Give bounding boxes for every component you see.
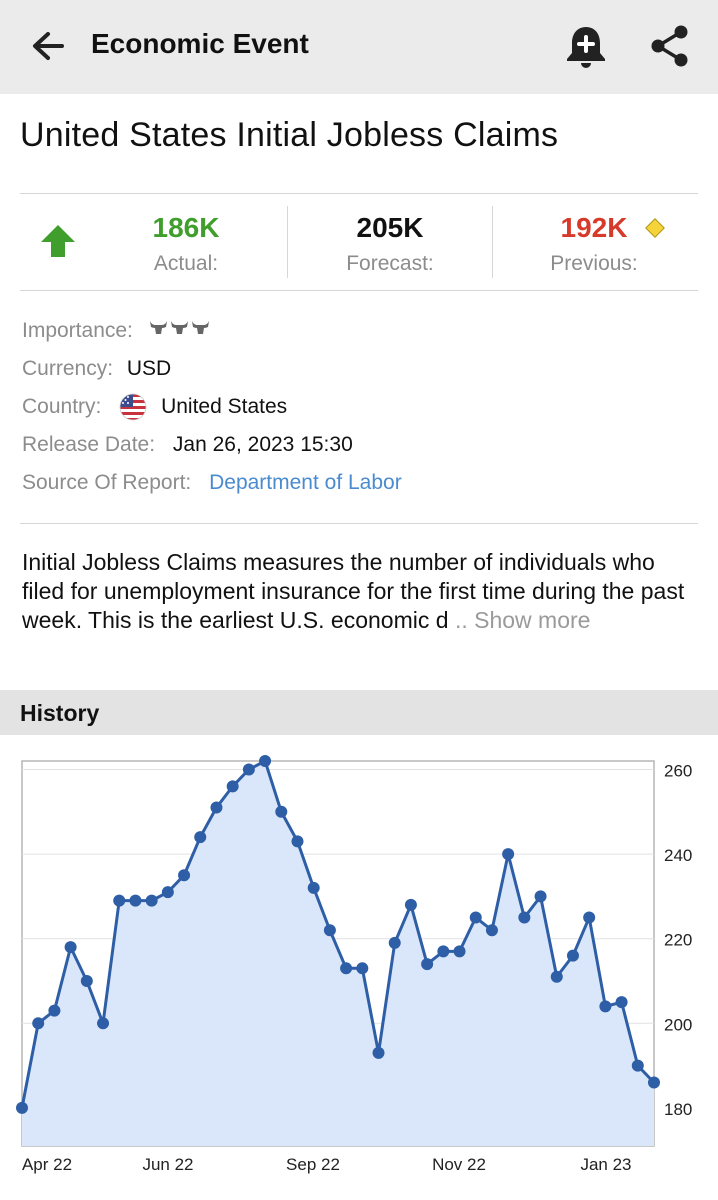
- currency-label: Currency:: [22, 357, 114, 380]
- currency-row: Currency: USD: [22, 355, 171, 383]
- forecast-value: 205K: [356, 212, 424, 243]
- data-point: [453, 945, 466, 958]
- stat-separator: [492, 206, 493, 278]
- share-icon: [651, 25, 688, 67]
- data-point: [226, 780, 239, 793]
- data-point: [340, 962, 353, 975]
- bull-icon: [149, 321, 167, 335]
- data-point: [566, 949, 579, 962]
- data-point: [259, 755, 272, 767]
- source-link[interactable]: Department of Labor: [209, 471, 402, 494]
- y-tick-label: 180: [664, 1100, 692, 1119]
- previous-stat: 192K Previous:: [508, 194, 680, 290]
- event-values-panel: 186K Actual: 205K Forecast: 192K Previou…: [20, 194, 698, 290]
- y-tick-label: 260: [664, 761, 692, 780]
- arrow-left-icon: [33, 32, 64, 60]
- event-title: United States Initial Jobless Claims: [20, 116, 559, 154]
- y-tick-label: 200: [664, 1015, 692, 1034]
- bell-plus-icon: [567, 27, 605, 68]
- data-point: [356, 962, 369, 975]
- forecast-label: Forecast:: [346, 252, 434, 275]
- importance-row: Importance:: [22, 317, 211, 345]
- source-label: Source Of Report:: [22, 471, 192, 494]
- bull-icon: [170, 321, 188, 335]
- currency-value: USD: [126, 357, 172, 380]
- x-tick-label: Jun 22: [142, 1155, 193, 1174]
- event-description: Initial Jobless Claims measures the numb…: [22, 548, 702, 635]
- x-tick-label: Apr 22: [22, 1155, 72, 1174]
- history-section-header: History: [0, 690, 718, 735]
- data-point: [80, 975, 93, 987]
- us-flag-icon: [119, 393, 147, 421]
- country-value: United States: [161, 395, 288, 418]
- data-point: [323, 924, 336, 937]
- divider: [20, 290, 698, 291]
- country-row: Country: United States: [22, 393, 287, 421]
- data-point: [113, 894, 126, 907]
- data-point: [32, 1017, 45, 1030]
- x-tick-label: Nov 22: [432, 1155, 486, 1174]
- release-date-row: Release Date: Jan 26, 2023 15:30: [22, 431, 353, 459]
- x-tick-label: Sep 22: [286, 1155, 340, 1174]
- data-point: [631, 1059, 644, 1072]
- importance-label: Importance:: [22, 319, 133, 342]
- data-point: [64, 941, 77, 954]
- data-point: [550, 970, 563, 983]
- data-point: [404, 898, 417, 911]
- arrow-up-icon: [41, 225, 75, 257]
- top-app-bar: Economic Event: [0, 0, 718, 94]
- data-point: [161, 886, 174, 899]
- y-tick-label: 220: [664, 931, 692, 950]
- data-point: [421, 958, 434, 971]
- data-point: [275, 805, 288, 818]
- data-point: [437, 945, 450, 958]
- history-chart: 260 240 220 200 180 Apr 22 Jun 22 Sep 22 Nov 22 J…: [16, 755, 692, 1174]
- importance-rating: [149, 317, 211, 345]
- data-point: [615, 996, 628, 1009]
- actual-label: Actual:: [153, 252, 219, 275]
- data-point: [599, 1000, 612, 1013]
- data-point: [502, 848, 515, 861]
- stat-separator: [287, 206, 288, 278]
- data-point: [178, 869, 191, 882]
- history-label: History: [20, 700, 100, 726]
- data-point: [291, 835, 304, 848]
- data-point: [388, 936, 401, 949]
- data-point: [648, 1076, 660, 1089]
- data-point: [48, 1004, 61, 1017]
- show-more-link[interactable]: .. Show more: [455, 607, 591, 633]
- data-point: [16, 1101, 28, 1114]
- data-point: [129, 894, 142, 907]
- x-tick-label: Jan 23: [580, 1155, 631, 1174]
- bull-icon: [191, 321, 209, 335]
- data-point: [518, 911, 531, 924]
- share-button[interactable]: [646, 22, 694, 70]
- data-point: [194, 831, 207, 844]
- y-tick-label: 240: [664, 846, 692, 865]
- screen-title: Economic Event: [91, 28, 309, 59]
- data-point: [145, 894, 158, 907]
- data-point: [242, 763, 255, 776]
- source-row: Source Of Report: Department of Labor: [22, 469, 402, 497]
- divider: [20, 523, 698, 524]
- add-alert-button[interactable]: [562, 22, 610, 72]
- data-point: [97, 1017, 110, 1030]
- data-point: [210, 801, 223, 814]
- data-point: [469, 911, 482, 924]
- actual-stat: 186K Actual:: [100, 194, 272, 290]
- forecast-stat: 205K Forecast:: [302, 194, 478, 290]
- previous-label: Previous:: [550, 252, 638, 275]
- data-point: [534, 890, 547, 903]
- data-point: [485, 924, 498, 937]
- back-button[interactable]: [26, 24, 72, 70]
- data-point: [583, 911, 596, 924]
- release-date-value: Jan 26, 2023 15:30: [172, 433, 353, 456]
- actual-value: 186K: [152, 212, 220, 243]
- data-point: [307, 881, 320, 894]
- country-label: Country:: [22, 395, 102, 418]
- release-date-label: Release Date:: [22, 433, 156, 456]
- data-point: [372, 1046, 385, 1059]
